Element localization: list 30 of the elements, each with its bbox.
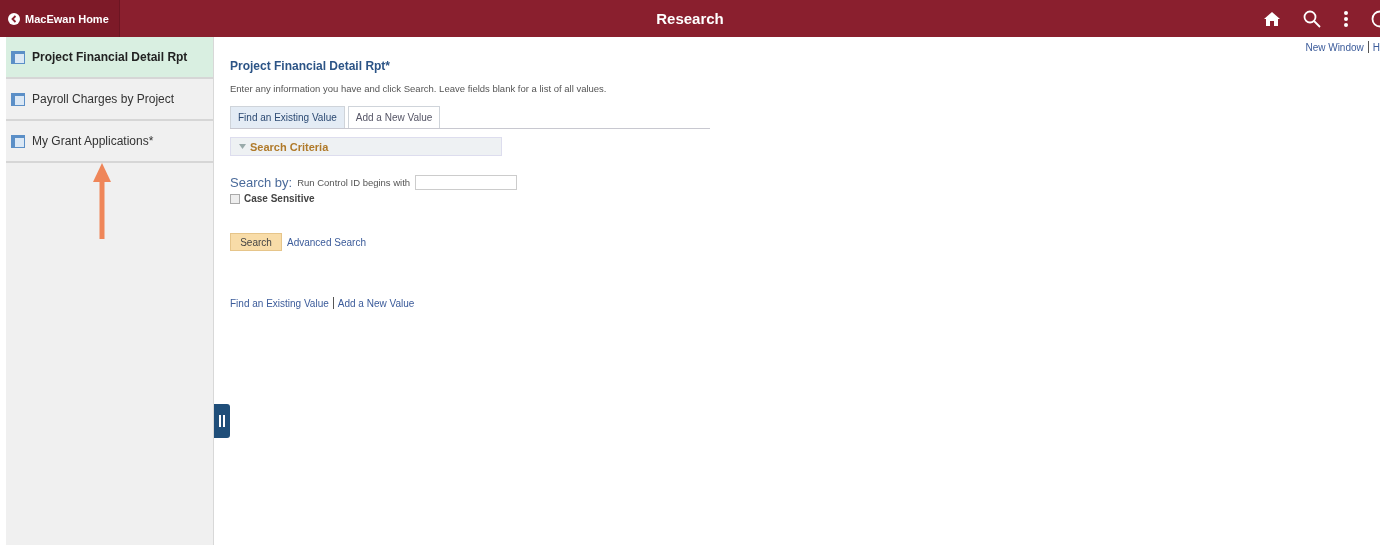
checkbox[interactable] <box>230 193 240 204</box>
tab[interactable]: Add a New Value <box>347 106 441 128</box>
checkbox-label: Case Sensitive <box>244 193 315 204</box>
field-label: Run Control ID begins with <box>297 177 411 188</box>
sidebar-item[interactable]: Project Financial Detail Rpt <box>6 37 213 79</box>
more-icon[interactable] <box>1343 9 1349 28</box>
page-icon <box>11 50 25 64</box>
new-window-link[interactable]: New Window <box>1305 41 1364 53</box>
pause-icon <box>219 415 225 427</box>
tab[interactable]: Find an Existing Value <box>230 106 345 128</box>
home-button[interactable]: MacEwan Home <box>0 0 120 37</box>
page-title: Research <box>656 10 724 27</box>
back-icon <box>8 12 20 25</box>
instructions-text: Enter any information you have and click Search. Leave fields blank for a list of all values. <box>230 83 608 94</box>
page-icon <box>11 134 25 148</box>
advanced-search-link[interactable]: Advanced Search <box>287 236 366 248</box>
search-by-label: Search by: <box>230 175 293 190</box>
search-icon[interactable] <box>1303 9 1321 28</box>
search-button[interactable]: Search <box>230 233 282 251</box>
find-existing-link[interactable]: Find an Existing Value <box>230 297 329 309</box>
sidebar-item[interactable]: My Grant Applications* <box>6 121 213 163</box>
collapse-handle[interactable] <box>214 404 230 438</box>
caret-icon <box>239 144 246 149</box>
sidebar-item[interactable]: Payroll Charges by Project <box>6 79 213 121</box>
page-icon <box>11 92 25 106</box>
run-control-id-field[interactable] <box>415 175 518 190</box>
form-title: Project Financial Detail Rpt* <box>230 59 392 73</box>
add-new-link[interactable]: Add a New Value <box>337 297 415 309</box>
help-link[interactable]: H <box>1372 41 1380 53</box>
home-icon[interactable] <box>1263 10 1281 27</box>
